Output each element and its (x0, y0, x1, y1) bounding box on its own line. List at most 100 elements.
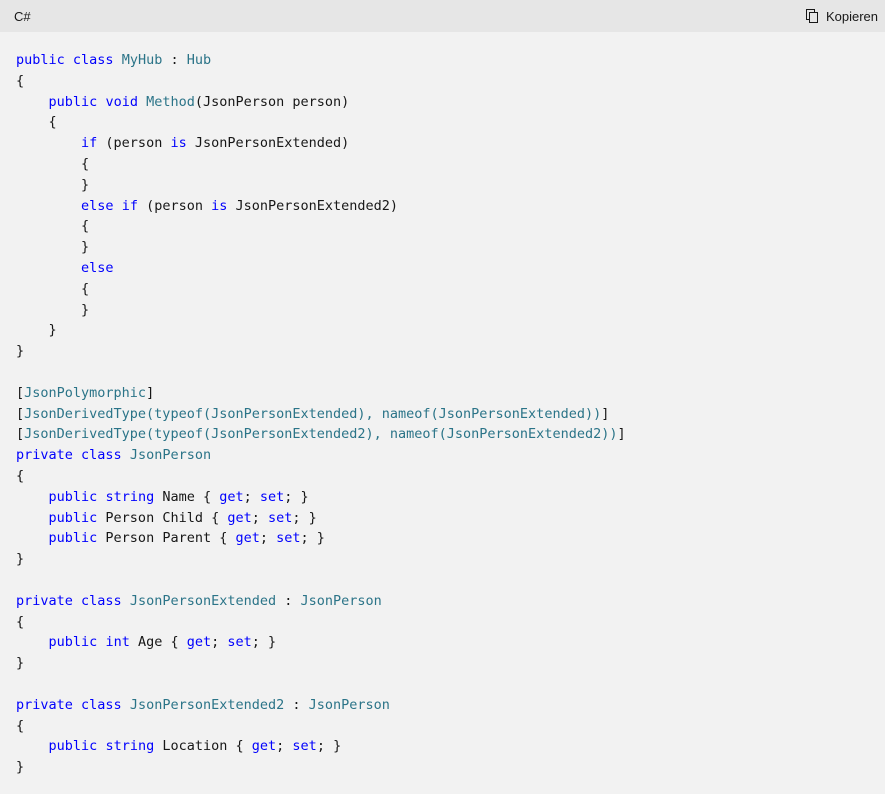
code-keyword: get (219, 488, 244, 505)
code-line: public Person Parent { get; set; } (16, 528, 869, 549)
code-keyword: get (251, 738, 277, 755)
code-line: } (16, 320, 869, 341)
code-keyword: string (105, 738, 155, 755)
code-line: } (16, 341, 869, 362)
code-body: public class MyHub : Hub { public void Me… (0, 32, 885, 778)
code-type: JsonPerson (308, 696, 390, 713)
code-text: ; (211, 634, 228, 651)
code-text: { (16, 717, 25, 734)
code-text: [ (16, 405, 25, 422)
code-line: else if (person is JsonPersonExtended2) (16, 196, 869, 217)
code-text: { (16, 280, 90, 297)
code-keyword: is (170, 135, 187, 152)
code-line: } (16, 653, 869, 674)
code-line: private class JsonPerson (16, 445, 869, 466)
code-text: JsonPersonExtended) (186, 135, 350, 152)
code-line: public string Location { get; set; } (16, 736, 869, 757)
code-line: [JsonPolymorphic] (16, 383, 869, 404)
code-block: C# Kopieren public class MyHub : Hub{ pu… (0, 0, 885, 794)
code-text: (person (137, 197, 212, 214)
code-line: else (16, 258, 869, 279)
code-line: private class JsonPersonExtended2 : Json… (16, 695, 869, 716)
code-line: { (16, 112, 869, 133)
code-keyword: public (16, 52, 65, 68)
code-text: ; } (292, 509, 317, 526)
code-text: ; (259, 530, 277, 547)
code-text: ; (243, 488, 260, 505)
code-line: { (16, 716, 869, 737)
code-text: Location { (154, 738, 252, 755)
code-keyword: public (48, 93, 98, 110)
code-keyword: else (81, 259, 114, 276)
code-text: Person Parent { (97, 530, 236, 547)
code-keyword: public (48, 738, 98, 755)
code-keyword: int (105, 634, 130, 651)
code-text: [ (16, 384, 25, 401)
code-text: Name { (154, 488, 220, 505)
code-line: public int Age { get; set; } (16, 632, 869, 653)
code-type: JsonDerivedType(typeof(JsonPersonExtende… (24, 405, 602, 422)
code-type: JsonPerson (129, 447, 212, 464)
code-text: } (16, 343, 25, 360)
code-keyword: get (227, 509, 252, 526)
code-line: public void Method(JsonPerson person) (16, 92, 869, 113)
code-text: } (16, 239, 90, 256)
code-text: ; } (251, 634, 277, 651)
code-text: Age { (129, 634, 187, 651)
code-type: Method (146, 93, 195, 110)
code-keyword: set (227, 634, 252, 651)
code-line: [JsonDerivedType(typeof(JsonPersonExtend… (16, 404, 869, 425)
code-text: (JsonPerson person) (194, 93, 350, 110)
code-keyword: private (16, 447, 73, 464)
code-keyword: set (259, 488, 285, 505)
code-keyword: else (81, 197, 114, 214)
code-text: } (16, 551, 25, 568)
code-type: JsonPerson (300, 592, 382, 609)
code-type: JsonPolymorphic (24, 384, 147, 401)
code-text: } (16, 301, 90, 318)
code-line: public Person Child { get; set; } (16, 508, 869, 529)
code-keyword: class (81, 696, 122, 713)
code-keyword: void (105, 93, 138, 110)
code-line: [JsonDerivedType(typeof(JsonPersonExtend… (16, 424, 869, 445)
code-keyword: class (81, 592, 122, 609)
copy-button[interactable]: Kopieren (804, 8, 878, 24)
code-text: (person (97, 135, 171, 152)
code-keyword: get (186, 634, 212, 651)
code-text: } (16, 759, 25, 776)
code-type: JsonDerivedType(typeof(JsonPersonExtende… (24, 426, 618, 443)
code-text: ] (146, 384, 155, 401)
code-text: { (16, 114, 57, 131)
code-text: Person Child { (97, 509, 228, 526)
code-text: ; (276, 738, 293, 755)
code-line: { (16, 154, 869, 175)
copy-icon (804, 8, 820, 24)
code-type: MyHub (121, 52, 163, 68)
code-line: { (16, 466, 869, 487)
code-text: JsonPersonExtended2) (227, 197, 399, 214)
code-keyword: is (211, 197, 228, 214)
code-line: } (16, 237, 869, 258)
code-text: : (162, 52, 187, 68)
code-line: public class MyHub : Hub (16, 50, 869, 71)
code-line: public string Name { get; set; } (16, 487, 869, 508)
code-text: ; } (300, 530, 325, 547)
code-keyword: set (276, 530, 301, 547)
code-text: ] (617, 426, 626, 443)
code-line: } (16, 300, 869, 321)
